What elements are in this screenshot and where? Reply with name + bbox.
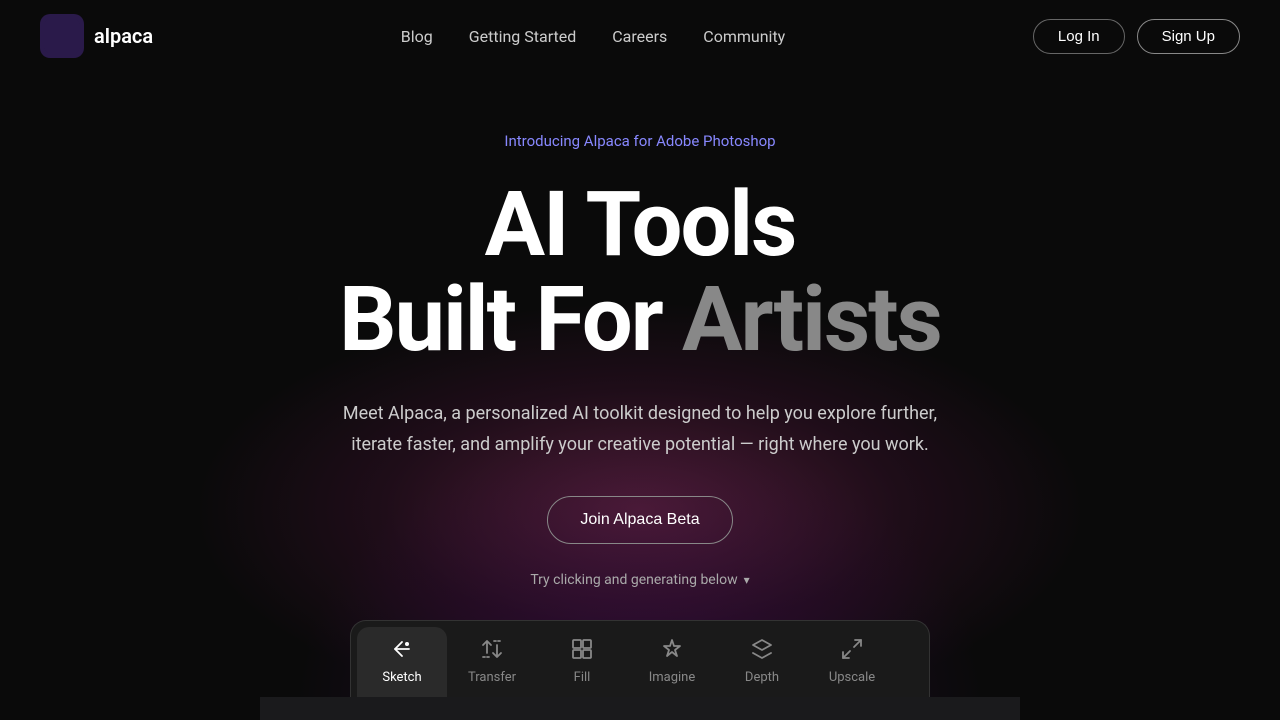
tool-transfer[interactable]: Transfer [447, 627, 537, 697]
logo-icon: 🦙 [40, 14, 84, 58]
hero-description: Meet Alpaca, a personalized AI toolkit d… [340, 399, 940, 460]
intro-link[interactable]: Introducing Alpaca for Adobe Photoshop [504, 132, 775, 150]
navbar: 🦙 alpaca Blog Getting Started Careers Co… [0, 0, 1280, 72]
hero-title-accent: Artists [682, 267, 941, 372]
fill-icon [570, 637, 594, 664]
login-button[interactable]: Log In [1033, 19, 1125, 54]
depth-label: Depth [745, 670, 779, 685]
sketch-label: Sketch [382, 670, 421, 685]
tool-upscale[interactable]: Upscale [807, 627, 897, 697]
signup-button[interactable]: Sign Up [1137, 19, 1240, 54]
join-beta-button[interactable]: Join Alpaca Beta [547, 496, 732, 544]
try-hint: Try clicking and generating below ▾ [530, 572, 749, 588]
tool-sketch[interactable]: Sketch [357, 627, 447, 697]
hero-title-line1: AI Tools [485, 178, 796, 273]
bottom-panel [260, 697, 1020, 720]
toolbar: Sketch Transfer [350, 620, 930, 697]
sketch-icon [390, 637, 414, 664]
nav-actions: Log In Sign Up [1033, 19, 1240, 54]
imagine-icon [660, 637, 684, 664]
nav-links: Blog Getting Started Careers Community [401, 27, 786, 46]
toolbar-container: Sketch Transfer [350, 620, 930, 697]
hero-title-regular: Built For [339, 267, 682, 372]
chevron-down-icon: ▾ [744, 573, 750, 587]
logo-area: 🦙 alpaca [40, 14, 153, 58]
fill-label: Fill [574, 670, 591, 685]
hero-title-line2: Built For Artists [339, 273, 941, 368]
tool-fill[interactable]: Fill [537, 627, 627, 697]
imagine-label: Imagine [649, 670, 696, 685]
nav-link-careers[interactable]: Careers [612, 27, 667, 46]
tool-depth[interactable]: Depth [717, 627, 807, 697]
transfer-label: Transfer [468, 670, 516, 685]
hero-section: Introducing Alpaca for Adobe Photoshop A… [0, 72, 1280, 720]
nav-link-blog[interactable]: Blog [401, 27, 433, 46]
nav-link-getting-started[interactable]: Getting Started [469, 27, 577, 46]
nav-link-community[interactable]: Community [703, 27, 785, 46]
try-hint-text: Try clicking and generating below [530, 572, 737, 588]
depth-icon [750, 637, 774, 664]
brand-name: alpaca [94, 24, 153, 48]
transfer-icon [480, 637, 504, 664]
upscale-icon [840, 637, 864, 664]
tool-imagine[interactable]: Imagine [627, 627, 717, 697]
hero-content: Introducing Alpaca for Adobe Photoshop A… [260, 132, 1020, 720]
upscale-label: Upscale [829, 670, 875, 685]
